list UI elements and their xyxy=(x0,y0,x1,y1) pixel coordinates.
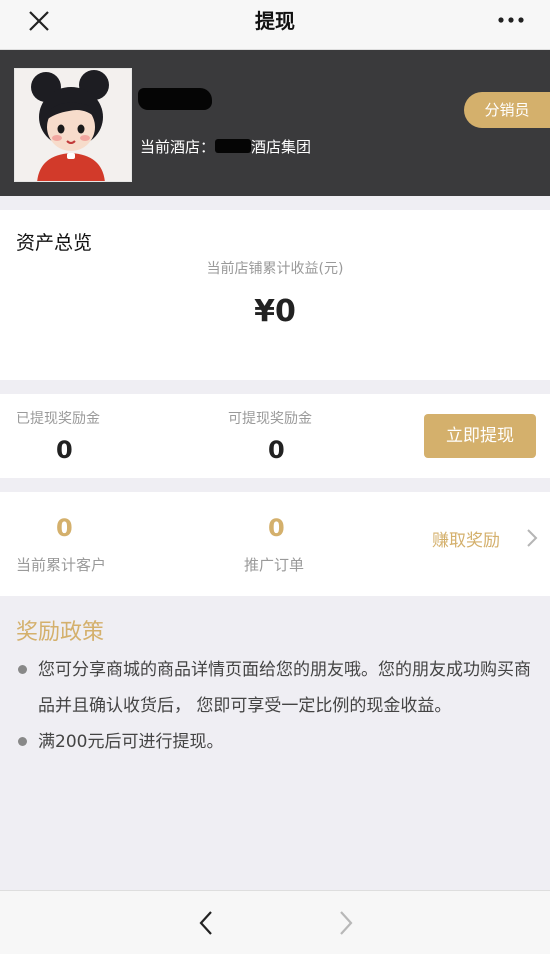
withdrawn-reward-label: 已提现奖励金 xyxy=(16,411,100,427)
assets-overview-card: 资产总览 当前店铺累计收益(元) ¥0 xyxy=(0,210,550,380)
chevron-right-icon[interactable] xyxy=(524,528,540,548)
hotel-name-redacted xyxy=(215,139,252,153)
hotel-label: 当前酒店： xyxy=(140,138,216,156)
current-hotel: 当前酒店： 酒店集团 xyxy=(140,136,311,157)
cumulative-earnings-label: 当前店铺累计收益(元) xyxy=(206,261,344,277)
page-title: 提现 xyxy=(255,9,295,33)
profile-header: 当前酒店： 酒店集团 分销员 xyxy=(0,50,550,196)
cumulative-earnings-amount: ¥0 xyxy=(254,294,296,329)
withdraw-card: 已提现奖励金 0 可提现奖励金 0 立即提现 xyxy=(0,394,550,478)
chevron-right-icon xyxy=(334,909,356,937)
policy-item: 您可分享商城的商品详情页面给您的朋友哦。您的朋友成功购买商品并且确认收货后， 您… xyxy=(16,652,536,724)
chevron-left-icon[interactable] xyxy=(196,909,218,937)
avatar-illustration xyxy=(15,69,131,181)
top-nav-bar: 提现 xyxy=(0,0,550,50)
policy-list: 您可分享商城的商品详情页面给您的朋友哦。您的朋友成功购买商品并且确认收货后， 您… xyxy=(16,652,536,760)
avatar xyxy=(14,68,132,182)
assets-title: 资产总览 xyxy=(16,232,93,254)
customers-count: 0 xyxy=(56,514,73,542)
orders-label: 推广订单 xyxy=(244,556,305,574)
available-reward-value: 0 xyxy=(268,436,285,464)
role-badge: 分销员 xyxy=(464,92,550,128)
customers-label: 当前累计客户 xyxy=(16,556,107,574)
hotel-name-suffix: 酒店集团 xyxy=(251,138,312,156)
policy-title: 奖励政策 xyxy=(16,620,105,645)
more-icon[interactable] xyxy=(494,10,528,30)
promotion-card: 0 当前累计客户 0 推广订单 赚取奖励 xyxy=(0,492,550,596)
orders-count: 0 xyxy=(268,514,285,542)
policy-item: 满200元后可进行提现。 xyxy=(16,724,536,760)
withdrawn-reward-value: 0 xyxy=(56,436,73,464)
bottom-nav-bar xyxy=(0,890,550,954)
available-reward-label: 可提现奖励金 xyxy=(228,411,312,427)
withdraw-now-button[interactable]: 立即提现 xyxy=(424,414,536,458)
earn-rewards-link[interactable]: 赚取奖励 xyxy=(432,526,500,551)
user-name-redacted xyxy=(138,88,212,110)
